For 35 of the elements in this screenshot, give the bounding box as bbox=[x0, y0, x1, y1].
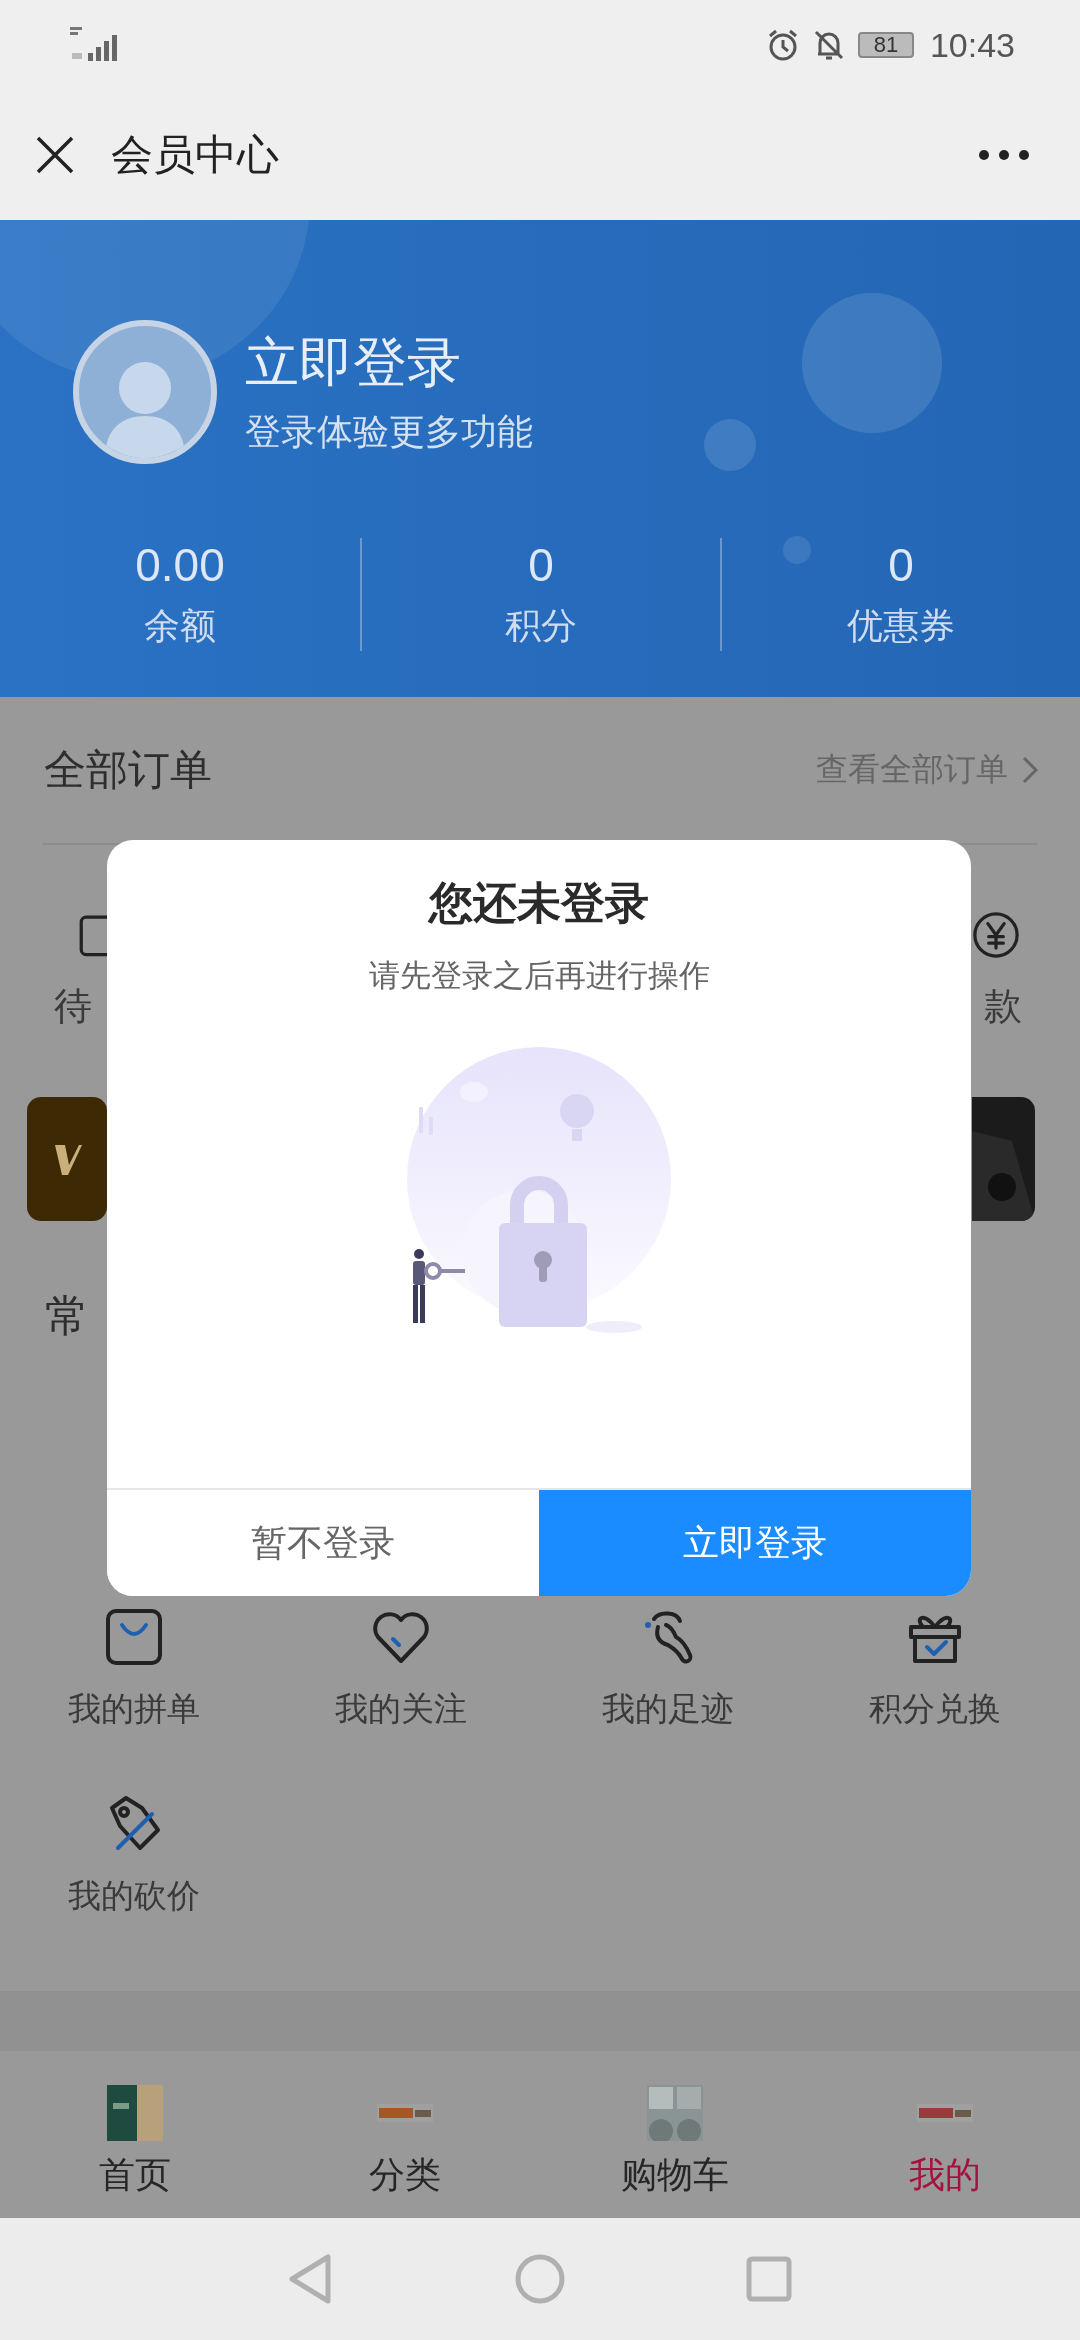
chevron-icon bbox=[1022, 756, 1038, 784]
tab[interactable]: 我的 bbox=[810, 2051, 1080, 2218]
section-title: 常 bbox=[44, 1289, 90, 1342]
tab[interactable]: 分类 bbox=[270, 2051, 540, 2218]
tool-item[interactable]: 我的足迹 bbox=[534, 1597, 801, 1784]
stat-label: 优惠券 bbox=[847, 604, 955, 648]
tool-item[interactable]: 我的关注 bbox=[267, 1597, 534, 1784]
recents-button[interactable] bbox=[746, 2256, 792, 2302]
stat-label: 积分 bbox=[505, 604, 577, 648]
login-link[interactable]: 立即登录 bbox=[245, 327, 533, 400]
login-button[interactable]: 立即登录 bbox=[539, 1490, 971, 1596]
stat-value: 0.00 bbox=[135, 538, 225, 592]
stat-label: 余额 bbox=[144, 604, 216, 648]
close-button[interactable] bbox=[35, 135, 75, 175]
section-title: 全部订单 bbox=[44, 745, 212, 795]
tool-item[interactable]: 我的拼单 bbox=[0, 1597, 267, 1784]
stat-value: 0 bbox=[528, 538, 554, 592]
login-hint: 登录体验更多功能 bbox=[245, 410, 533, 454]
yen-icon bbox=[970, 909, 1022, 961]
tab[interactable]: 购物车 bbox=[540, 2051, 810, 2218]
tool-item[interactable]: 积分兑换 bbox=[801, 1597, 1068, 1784]
more-button[interactable] bbox=[978, 149, 1030, 161]
battery-icon: 81 bbox=[857, 32, 914, 58]
dialog-title: 您还未登录 bbox=[429, 877, 649, 929]
home-button[interactable] bbox=[514, 2253, 566, 2305]
clock: 10:43 bbox=[929, 25, 1015, 65]
dialog-message: 请先登录之后再进行操作 bbox=[368, 957, 710, 995]
back-button[interactable] bbox=[288, 2253, 334, 2305]
page-title: 会员中心 bbox=[111, 130, 280, 180]
stat-value: 0 bbox=[888, 538, 914, 592]
tab[interactable]: 首页 bbox=[0, 2051, 270, 2218]
vip-card[interactable] bbox=[27, 1097, 107, 1221]
order-label: 款 bbox=[984, 984, 1022, 1029]
order-label: 待 bbox=[54, 984, 92, 1029]
tool-item[interactable]: 我的砍价 bbox=[0, 1784, 267, 1971]
